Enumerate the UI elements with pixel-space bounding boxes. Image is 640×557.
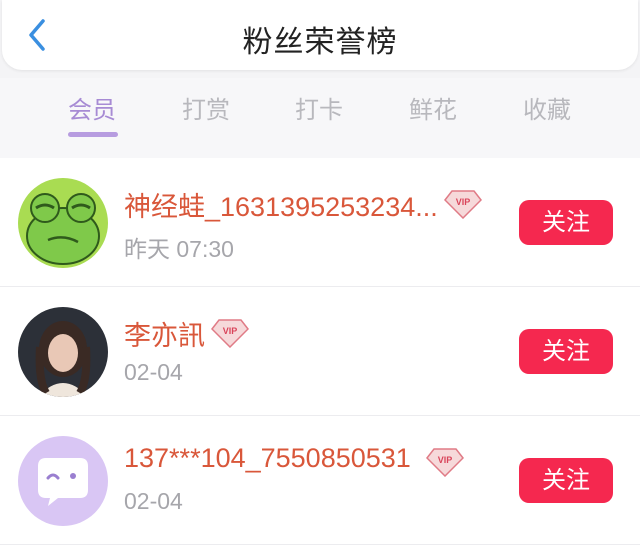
member-name: 137***104_7550850531	[124, 443, 411, 473]
member-list: 神经蛙_1631395253234... VIP 昨天 07:30 关注 李亦訊…	[0, 158, 640, 557]
follow-button[interactable]: 关注	[519, 200, 613, 245]
member-time: 昨天 07:30	[124, 236, 234, 262]
chat-bubble-avatar-icon	[18, 436, 108, 526]
avatar[interactable]	[18, 307, 108, 397]
vip-diamond-icon: VIP	[426, 448, 464, 477]
list-item[interactable]: 137***104_7550850531 VIP 02-04 关注	[0, 416, 640, 545]
avatar[interactable]	[18, 436, 108, 526]
tab-rewards[interactable]: 打赏	[171, 90, 241, 125]
avatar[interactable]	[18, 178, 108, 268]
vip-label: VIP	[223, 326, 238, 336]
tab-members[interactable]: 会员	[57, 90, 127, 125]
follow-button[interactable]: 关注	[519, 329, 613, 374]
member-name: 李亦訊	[124, 321, 205, 351]
vip-label: VIP	[438, 455, 453, 465]
tab-favorites[interactable]: 收藏	[512, 90, 582, 125]
member-name: 神经蛙_1631395253234...	[124, 192, 438, 222]
tab-checkin[interactable]: 打卡	[284, 90, 354, 125]
vip-diamond-icon: VIP	[211, 319, 249, 348]
page-title: 粉丝荣誉榜	[242, 25, 398, 60]
follow-button[interactable]: 关注	[519, 458, 613, 503]
frog-avatar-icon	[18, 178, 108, 268]
list-item[interactable]: 神经蛙_1631395253234... VIP 昨天 07:30 关注	[0, 158, 640, 287]
tab-bar: 会员 打赏 打卡 鲜花 收藏	[0, 78, 640, 158]
vip-diamond-icon: VIP	[444, 190, 482, 219]
user-photo-icon	[18, 307, 108, 397]
vip-label: VIP	[456, 197, 471, 207]
member-time: 02-04	[124, 359, 183, 385]
list-item[interactable]: 李亦訊 VIP 02-04 关注	[0, 287, 640, 416]
active-tab-indicator	[68, 132, 118, 137]
top-bar: 粉丝荣誉榜	[2, 0, 638, 70]
tab-flowers[interactable]: 鲜花	[398, 90, 468, 125]
member-time: 02-04	[124, 488, 183, 514]
